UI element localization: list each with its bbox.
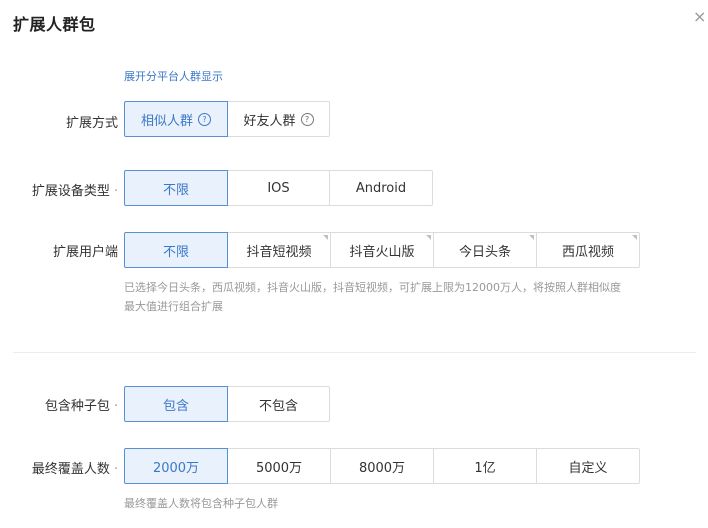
- final-coverage-label: 最终覆盖人数 ·: [8, 458, 118, 477]
- device-type-option-ios[interactable]: IOS: [227, 170, 330, 206]
- final-coverage-option-8000w[interactable]: 8000万: [330, 448, 434, 484]
- expand-method-option-similar[interactable]: 相似人群 ?: [124, 101, 228, 137]
- expand-method-label-text: 扩展方式: [65, 116, 118, 131]
- user-client-option-huoshan[interactable]: 抖音火山版: [330, 232, 434, 268]
- user-client-label: 扩展用户端: [8, 241, 118, 260]
- option-label: 西瓜视频: [561, 244, 614, 260]
- hint-line: 已选择今日头条，西瓜视频，抖音火山版，抖音短视频，可扩展上限为12000万人，将…: [124, 281, 621, 294]
- expand-method-option-friends[interactable]: 好友人群 ?: [227, 101, 330, 137]
- corner-mark-icon: [426, 235, 431, 240]
- device-type-label-text: 扩展设备类型: [31, 184, 110, 199]
- option-label: 好友人群: [243, 113, 296, 129]
- expand-method-label: 扩展方式: [8, 112, 118, 131]
- hint-line: 最大值进行组合扩展: [124, 300, 223, 313]
- final-coverage-hint: 最终覆盖人数将包含种子包人群: [124, 497, 278, 510]
- dialog-title: 扩展人群包: [13, 15, 96, 34]
- corner-mark-icon: [323, 235, 328, 240]
- final-coverage-label-text: 最终覆盖人数: [31, 462, 110, 477]
- required-dot: ·: [113, 184, 118, 199]
- help-icon[interactable]: ?: [198, 112, 211, 126]
- device-type-group: 不限 IOS Android: [124, 170, 433, 206]
- final-coverage-option-1yi[interactable]: 1亿: [433, 448, 537, 484]
- platform-expand-link[interactable]: 展开分平台人群显示: [124, 68, 223, 84]
- expand-method-group: 相似人群 ? 好友人群 ?: [124, 101, 330, 137]
- seed-pack-group: 包含 不包含: [124, 386, 330, 422]
- seed-pack-option-include[interactable]: 包含: [124, 386, 228, 422]
- help-icon[interactable]: ?: [300, 112, 314, 126]
- user-client-hint: 已选择今日头条，西瓜视频，抖音火山版，抖音短视频，可扩展上限为12000万人，将…: [124, 278, 694, 316]
- seed-pack-label-text: 包含种子包: [44, 399, 110, 414]
- corner-mark-icon: [529, 235, 534, 240]
- section-divider: [13, 352, 696, 353]
- seed-pack-label: 包含种子包 ·: [8, 395, 118, 414]
- required-dot: ·: [113, 399, 118, 414]
- final-coverage-option-custom[interactable]: 自定义: [536, 448, 640, 484]
- option-label: 相似人群: [140, 113, 193, 129]
- user-client-option-toutiao[interactable]: 今日头条: [433, 232, 537, 268]
- close-icon[interactable]: ×: [693, 9, 707, 25]
- seed-pack-option-exclude[interactable]: 不包含: [227, 386, 330, 422]
- option-label: 抖音短视频: [246, 244, 312, 260]
- device-type-label: 扩展设备类型 ·: [8, 180, 118, 199]
- user-client-label-text: 扩展用户端: [52, 245, 118, 260]
- user-client-option-douyin[interactable]: 抖音短视频: [227, 232, 331, 268]
- final-coverage-group: 2000万 5000万 8000万 1亿 自定义: [124, 448, 640, 484]
- option-label: 今日头条: [458, 244, 511, 260]
- user-client-option-xigua[interactable]: 西瓜视频: [536, 232, 640, 268]
- user-client-group: 不限 抖音短视频 抖音火山版 今日头条 西瓜视频: [124, 232, 640, 268]
- required-dot: ·: [113, 462, 118, 477]
- user-client-option-any[interactable]: 不限: [124, 232, 228, 268]
- option-label: 抖音火山版: [349, 244, 415, 260]
- corner-mark-icon: [632, 235, 637, 240]
- device-type-option-any[interactable]: 不限: [124, 170, 228, 206]
- device-type-option-android[interactable]: Android: [329, 170, 433, 206]
- final-coverage-option-2000w[interactable]: 2000万: [124, 448, 228, 484]
- final-coverage-option-5000w[interactable]: 5000万: [227, 448, 331, 484]
